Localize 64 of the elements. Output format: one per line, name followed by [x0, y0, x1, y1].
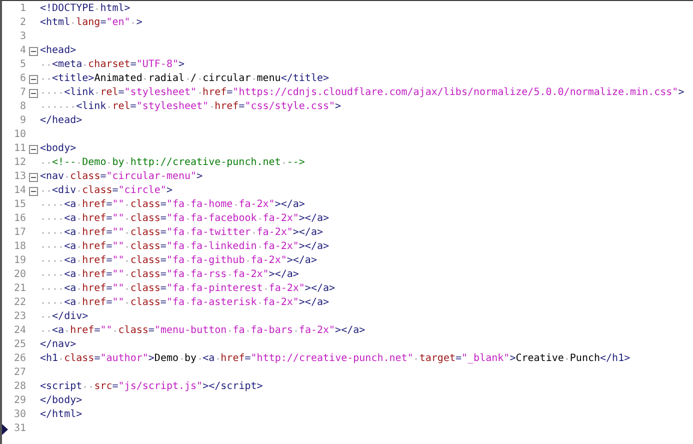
line-number: 25 [12, 338, 26, 352]
collapse-icon[interactable] [28, 74, 38, 84]
line-number: 2 [18, 16, 26, 30]
code-line: <head> [40, 44, 76, 58]
line-number: 6 [18, 72, 26, 86]
line-number: 27 [12, 366, 26, 380]
code-line: <a href="" class="menu-button fa fa-bars fa-2x"></a> [40, 324, 366, 338]
line-number: 21 [12, 282, 26, 296]
line-number: 5 [18, 58, 26, 72]
code-line: <a href="" class="fa fa-asterisk fa-2x"></a> [40, 296, 330, 310]
code-line: <a href="" class="fa fa-facebook fa-2x"></a> [40, 212, 330, 226]
line-number: 12 [12, 156, 26, 170]
code-line: <a href="" class="fa fa-rss fa-2x"></a> [40, 268, 299, 282]
line-number: 29 [12, 394, 26, 408]
code-line: <a href="" class="fa fa-pinterest fa-2x"></a> [40, 282, 336, 296]
collapse-icon[interactable] [28, 186, 38, 196]
collapse-icon[interactable] [28, 46, 38, 56]
code-line: <meta charset="UTF-8"> [40, 58, 185, 72]
line-number: 11 [12, 142, 26, 156]
code-line: <html lang="en" > [40, 16, 142, 30]
line-number: 8 [18, 100, 26, 114]
line-number: 31 [12, 422, 26, 436]
line-number: 7 [18, 86, 26, 100]
line-number: 15 [12, 198, 26, 212]
code-line: <title>Animated radial / circular menu</title> [40, 72, 330, 86]
line-number: 18 [12, 240, 26, 254]
line-number: 30 [12, 408, 26, 422]
code-line: <script src="js/script.js"></script> [40, 380, 263, 394]
line-number: 13 [12, 170, 26, 184]
code-line: <a href="" class="fa fa-twitter fa-2x"></a> [40, 226, 323, 240]
line-number: 3 [18, 30, 26, 44]
code-line: <body> [40, 142, 76, 156]
line-number: 22 [12, 296, 26, 310]
code-line: <a href="" class="fa fa-home fa-2x"></a> [40, 198, 305, 212]
line-number: 1 [18, 2, 26, 16]
line-number: 16 [12, 212, 26, 226]
code-line: </head> [40, 114, 82, 128]
code-line: <!-- Demo by http://creative-punch.net --> [40, 156, 305, 170]
collapse-icon[interactable] [28, 88, 38, 98]
line-number: 24 [12, 324, 26, 338]
line-number: 23 [12, 310, 26, 324]
collapse-icon[interactable] [28, 144, 38, 154]
line-number: 20 [12, 268, 26, 282]
code-line: <link rel="stylesheet" href="https://cdnjs.cloudflare.com/ajax/libs/normalize/5.0.0/normalize.min.css"> [40, 86, 684, 100]
code-line: </body> [40, 394, 82, 408]
code-line: <link rel="stylesheet" href="css/style.css"> [40, 100, 342, 114]
code-line: <!DOCTYPE html> [40, 2, 130, 16]
line-number: 28 [12, 380, 26, 394]
code-line: <a href="" class="fa fa-linkedin fa-2x"></a> [40, 240, 330, 254]
code-line: <div class="circle"> [40, 184, 172, 198]
line-number: 14 [12, 184, 26, 198]
line-number: 4 [18, 44, 26, 58]
code-line: <a href="" class="fa fa-github fa-2x"></a> [40, 254, 317, 268]
collapse-icon[interactable] [28, 172, 38, 182]
line-number: 10 [12, 128, 26, 142]
code-line: </html> [40, 408, 82, 422]
code-line: </div> [40, 310, 88, 324]
code-line: <h1 class="author">Demo by <a href="http://creative-punch.net" target="_blank">Creative Punch</h1> [40, 352, 630, 366]
line-number: 17 [12, 226, 26, 240]
line-number: 19 [12, 254, 26, 268]
line-number: 26 [12, 352, 26, 366]
line-number: 9 [18, 114, 26, 128]
code-line: <nav class="circular-menu"> [40, 170, 203, 184]
code-line: </nav> [40, 338, 76, 352]
